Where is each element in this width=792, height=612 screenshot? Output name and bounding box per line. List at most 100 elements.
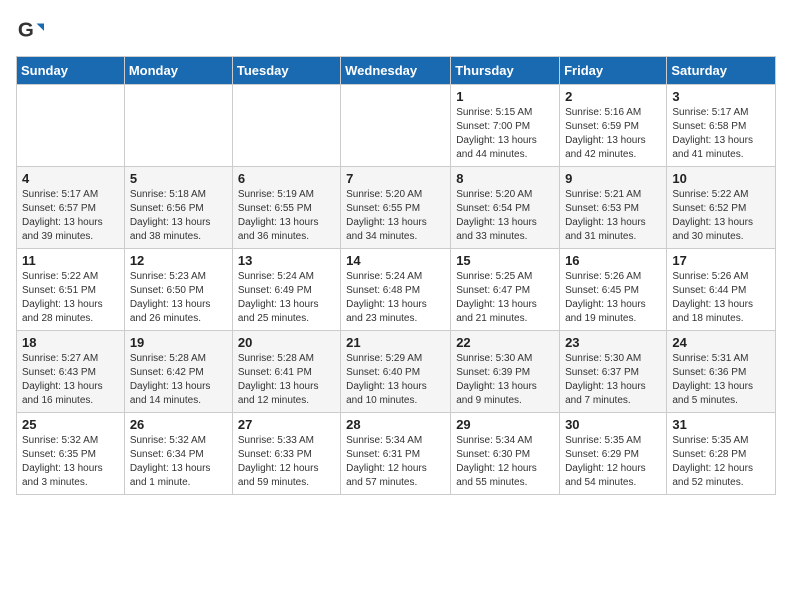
day-number: 14 bbox=[346, 253, 445, 268]
calendar-cell: 24 Sunrise: 5:31 AM Sunset: 6:36 PM Dayli… bbox=[667, 331, 776, 413]
day-info: Sunrise: 5:27 AM Sunset: 6:43 PM Dayligh… bbox=[22, 352, 119, 408]
day-info: Sunrise: 5:17 AM Sunset: 6:57 PM Dayligh… bbox=[22, 188, 119, 244]
day-number: 21 bbox=[346, 335, 445, 350]
day-info: Sunrise: 5:20 AM Sunset: 6:54 PM Dayligh… bbox=[456, 188, 554, 244]
day-info: Sunrise: 5:17 AM Sunset: 6:58 PM Dayligh… bbox=[672, 106, 770, 162]
day-info: Sunrise: 5:20 AM Sunset: 6:55 PM Dayligh… bbox=[346, 188, 445, 244]
day-info: Sunrise: 5:16 AM Sunset: 6:59 PM Dayligh… bbox=[565, 106, 661, 162]
logo-icon: G bbox=[16, 16, 44, 44]
weekday-header-sunday: Sunday bbox=[17, 57, 125, 85]
calendar-header-row: SundayMondayTuesdayWednesdayThursdayFrid… bbox=[17, 57, 776, 85]
day-number: 2 bbox=[565, 89, 661, 104]
day-info: Sunrise: 5:28 AM Sunset: 6:42 PM Dayligh… bbox=[130, 352, 227, 408]
calendar-cell: 27 Sunrise: 5:33 AM Sunset: 6:33 PM Dayli… bbox=[232, 413, 340, 495]
calendar-cell: 30 Sunrise: 5:35 AM Sunset: 6:29 PM Dayli… bbox=[560, 413, 667, 495]
day-info: Sunrise: 5:21 AM Sunset: 6:53 PM Dayligh… bbox=[565, 188, 661, 244]
calendar-cell bbox=[124, 85, 232, 167]
day-info: Sunrise: 5:26 AM Sunset: 6:45 PM Dayligh… bbox=[565, 270, 661, 326]
day-number: 22 bbox=[456, 335, 554, 350]
calendar-cell: 16 Sunrise: 5:26 AM Sunset: 6:45 PM Dayli… bbox=[560, 249, 667, 331]
day-info: Sunrise: 5:34 AM Sunset: 6:30 PM Dayligh… bbox=[456, 434, 554, 490]
day-info: Sunrise: 5:22 AM Sunset: 6:52 PM Dayligh… bbox=[672, 188, 770, 244]
logo: G bbox=[16, 16, 48, 44]
calendar-cell: 11 Sunrise: 5:22 AM Sunset: 6:51 PM Dayli… bbox=[17, 249, 125, 331]
page-header: G bbox=[16, 16, 776, 44]
calendar-cell: 18 Sunrise: 5:27 AM Sunset: 6:43 PM Dayli… bbox=[17, 331, 125, 413]
day-number: 30 bbox=[565, 417, 661, 432]
calendar-week-row: 11 Sunrise: 5:22 AM Sunset: 6:51 PM Dayli… bbox=[17, 249, 776, 331]
day-number: 7 bbox=[346, 171, 445, 186]
calendar-week-row: 4 Sunrise: 5:17 AM Sunset: 6:57 PM Daylig… bbox=[17, 167, 776, 249]
day-info: Sunrise: 5:24 AM Sunset: 6:48 PM Dayligh… bbox=[346, 270, 445, 326]
calendar-cell: 26 Sunrise: 5:32 AM Sunset: 6:34 PM Dayli… bbox=[124, 413, 232, 495]
day-info: Sunrise: 5:33 AM Sunset: 6:33 PM Dayligh… bbox=[238, 434, 335, 490]
day-number: 3 bbox=[672, 89, 770, 104]
calendar-week-row: 25Sunrise: 5:32 AM Sunset: 6:35 PM Dayli… bbox=[17, 413, 776, 495]
weekday-header-wednesday: Wednesday bbox=[341, 57, 451, 85]
calendar-cell: 10 Sunrise: 5:22 AM Sunset: 6:52 PM Dayli… bbox=[667, 167, 776, 249]
day-number: 9 bbox=[565, 171, 661, 186]
day-info: Sunrise: 5:34 AM Sunset: 6:31 PM Dayligh… bbox=[346, 434, 445, 490]
calendar-cell: 25Sunrise: 5:32 AM Sunset: 6:35 PM Dayli… bbox=[17, 413, 125, 495]
day-number: 5 bbox=[130, 171, 227, 186]
day-info: Sunrise: 5:32 AM Sunset: 6:34 PM Dayligh… bbox=[130, 434, 227, 490]
day-info: Sunrise: 5:15 AM Sunset: 7:00 PM Dayligh… bbox=[456, 106, 554, 162]
day-info: Sunrise: 5:35 AM Sunset: 6:29 PM Dayligh… bbox=[565, 434, 661, 490]
day-number: 24 bbox=[672, 335, 770, 350]
day-number: 11 bbox=[22, 253, 119, 268]
day-info: Sunrise: 5:30 AM Sunset: 6:39 PM Dayligh… bbox=[456, 352, 554, 408]
day-info: Sunrise: 5:18 AM Sunset: 6:56 PM Dayligh… bbox=[130, 188, 227, 244]
calendar-cell bbox=[341, 85, 451, 167]
day-number: 15 bbox=[456, 253, 554, 268]
day-number: 8 bbox=[456, 171, 554, 186]
day-number: 27 bbox=[238, 417, 335, 432]
day-number: 23 bbox=[565, 335, 661, 350]
calendar-cell: 9 Sunrise: 5:21 AM Sunset: 6:53 PM Daylig… bbox=[560, 167, 667, 249]
day-number: 19 bbox=[130, 335, 227, 350]
day-number: 18 bbox=[22, 335, 119, 350]
calendar-cell: 29Sunrise: 5:34 AM Sunset: 6:30 PM Dayli… bbox=[451, 413, 560, 495]
calendar-cell: 12Sunrise: 5:23 AM Sunset: 6:50 PM Dayli… bbox=[124, 249, 232, 331]
calendar-cell: 17Sunrise: 5:26 AM Sunset: 6:44 PM Dayli… bbox=[667, 249, 776, 331]
day-number: 26 bbox=[130, 417, 227, 432]
day-info: Sunrise: 5:28 AM Sunset: 6:41 PM Dayligh… bbox=[238, 352, 335, 408]
calendar-cell bbox=[232, 85, 340, 167]
calendar-cell: 2 Sunrise: 5:16 AM Sunset: 6:59 PM Daylig… bbox=[560, 85, 667, 167]
weekday-header-monday: Monday bbox=[124, 57, 232, 85]
calendar-table: SundayMondayTuesdayWednesdayThursdayFrid… bbox=[16, 56, 776, 495]
calendar-cell: 4 Sunrise: 5:17 AM Sunset: 6:57 PM Daylig… bbox=[17, 167, 125, 249]
day-number: 13 bbox=[238, 253, 335, 268]
day-info: Sunrise: 5:30 AM Sunset: 6:37 PM Dayligh… bbox=[565, 352, 661, 408]
day-number: 28 bbox=[346, 417, 445, 432]
day-number: 10 bbox=[672, 171, 770, 186]
weekday-header-saturday: Saturday bbox=[667, 57, 776, 85]
day-number: 17 bbox=[672, 253, 770, 268]
calendar-cell: 15 Sunrise: 5:25 AM Sunset: 6:47 PM Dayli… bbox=[451, 249, 560, 331]
weekday-header-tuesday: Tuesday bbox=[232, 57, 340, 85]
day-number: 16 bbox=[565, 253, 661, 268]
calendar-cell: 13 Sunrise: 5:24 AM Sunset: 6:49 PM Dayli… bbox=[232, 249, 340, 331]
day-number: 25 bbox=[22, 417, 119, 432]
calendar-cell: 7 Sunrise: 5:20 AM Sunset: 6:55 PM Daylig… bbox=[341, 167, 451, 249]
calendar-cell: 20 Sunrise: 5:28 AM Sunset: 6:41 PM Dayli… bbox=[232, 331, 340, 413]
day-info: Sunrise: 5:25 AM Sunset: 6:47 PM Dayligh… bbox=[456, 270, 554, 326]
calendar-cell: 14 Sunrise: 5:24 AM Sunset: 6:48 PM Dayli… bbox=[341, 249, 451, 331]
calendar-cell: 1Sunrise: 5:15 AM Sunset: 7:00 PM Daylig… bbox=[451, 85, 560, 167]
calendar-cell: 21 Sunrise: 5:29 AM Sunset: 6:40 PM Dayli… bbox=[341, 331, 451, 413]
calendar-cell: 5 Sunrise: 5:18 AM Sunset: 6:56 PM Daylig… bbox=[124, 167, 232, 249]
day-info: Sunrise: 5:24 AM Sunset: 6:49 PM Dayligh… bbox=[238, 270, 335, 326]
calendar-cell bbox=[17, 85, 125, 167]
calendar-cell: 19 Sunrise: 5:28 AM Sunset: 6:42 PM Dayli… bbox=[124, 331, 232, 413]
day-info: Sunrise: 5:22 AM Sunset: 6:51 PM Dayligh… bbox=[22, 270, 119, 326]
day-info: Sunrise: 5:29 AM Sunset: 6:40 PM Dayligh… bbox=[346, 352, 445, 408]
day-number: 6 bbox=[238, 171, 335, 186]
calendar-week-row: 1Sunrise: 5:15 AM Sunset: 7:00 PM Daylig… bbox=[17, 85, 776, 167]
day-number: 20 bbox=[238, 335, 335, 350]
day-info: Sunrise: 5:31 AM Sunset: 6:36 PM Dayligh… bbox=[672, 352, 770, 408]
weekday-header-friday: Friday bbox=[560, 57, 667, 85]
calendar-cell: 22 Sunrise: 5:30 AM Sunset: 6:39 PM Dayli… bbox=[451, 331, 560, 413]
calendar-cell: 28 Sunrise: 5:34 AM Sunset: 6:31 PM Dayli… bbox=[341, 413, 451, 495]
calendar-cell: 8 Sunrise: 5:20 AM Sunset: 6:54 PM Daylig… bbox=[451, 167, 560, 249]
day-number: 4 bbox=[22, 171, 119, 186]
weekday-header-thursday: Thursday bbox=[451, 57, 560, 85]
